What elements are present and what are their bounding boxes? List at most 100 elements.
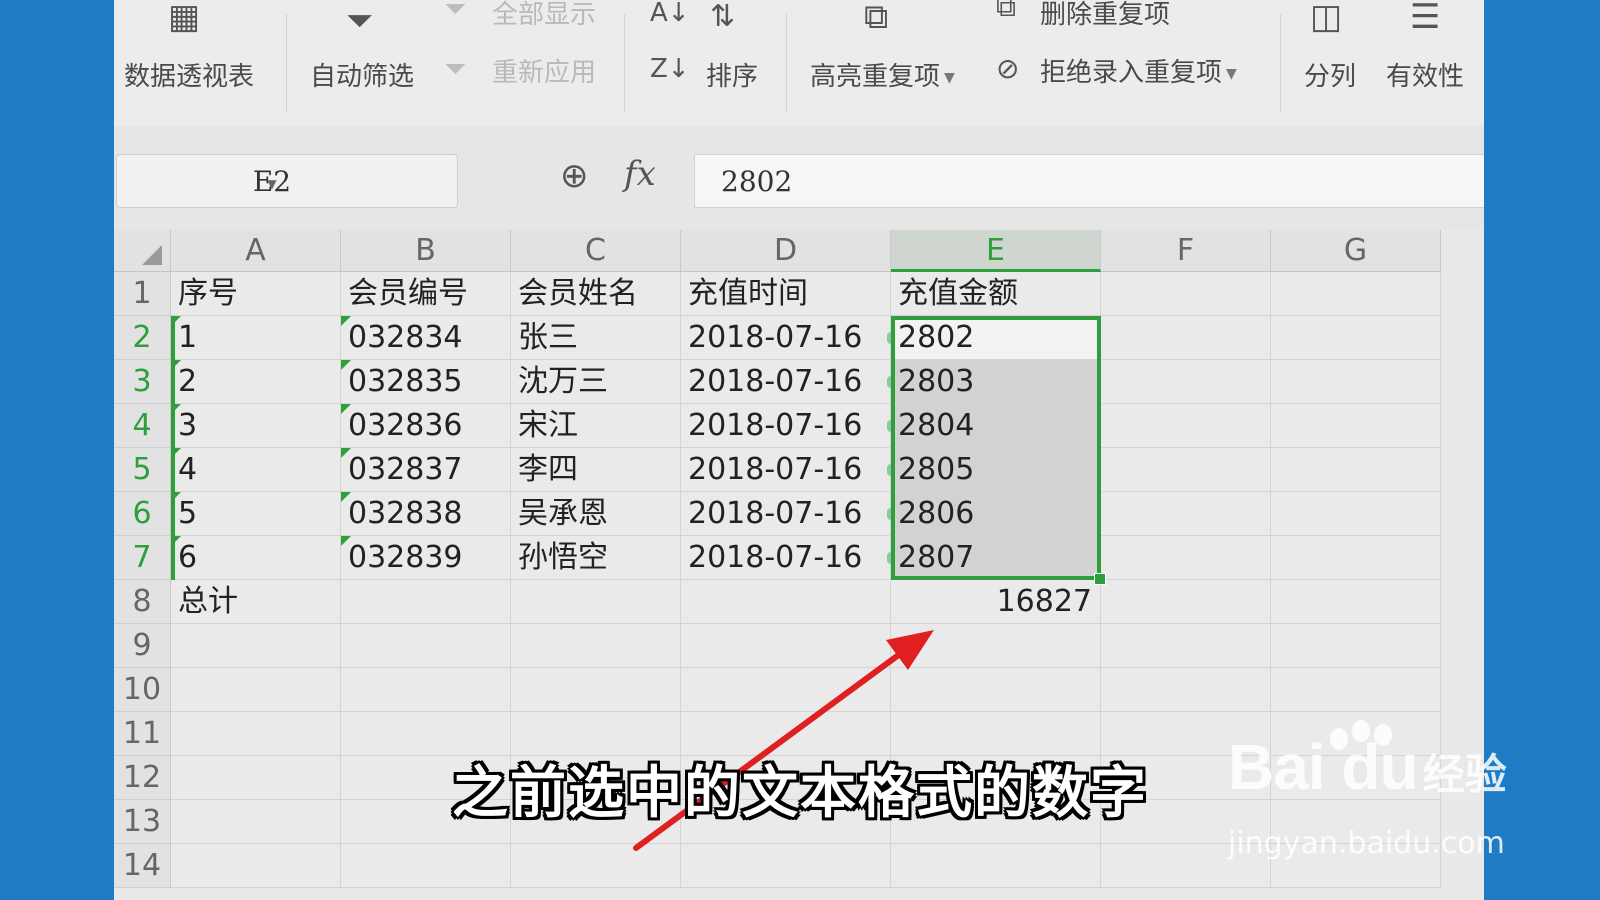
formula-input[interactable]: 2802 — [694, 154, 1484, 208]
cell-a8[interactable]: 总计 — [171, 580, 341, 624]
cell-c9[interactable] — [511, 624, 681, 668]
cell-g6[interactable] — [1271, 492, 1441, 536]
cell-b4[interactable]: 032836 — [341, 404, 511, 448]
cell-d3[interactable]: 2018-07-16 — [681, 360, 891, 404]
cell-g1[interactable] — [1271, 272, 1441, 316]
column-header-b[interactable]: B — [341, 230, 511, 272]
cell-f4[interactable] — [1101, 404, 1271, 448]
cell-d9[interactable] — [681, 624, 891, 668]
show-all-button[interactable]: 全部显示 — [492, 0, 596, 31]
cell-c8[interactable] — [511, 580, 681, 624]
cell-c5[interactable]: 李四 — [511, 448, 681, 492]
cell-g9[interactable] — [1271, 624, 1441, 668]
cell-a4[interactable]: 3 — [171, 404, 341, 448]
error-indicator[interactable] — [887, 376, 895, 388]
cell-e5[interactable]: 2805 — [891, 448, 1101, 492]
cell-d2[interactable]: 2018-07-16 — [681, 316, 891, 360]
pivot-table-button[interactable]: 数据透视表 — [124, 56, 254, 93]
cell-d10[interactable] — [681, 668, 891, 712]
cell-a9[interactable] — [171, 624, 341, 668]
highlight-duplicates-button[interactable]: 高亮重复项 ▼ — [810, 56, 955, 93]
row-header-6[interactable]: 6 — [114, 492, 171, 536]
cell-e14[interactable] — [891, 844, 1101, 888]
cell-d6[interactable]: 2018-07-16 — [681, 492, 891, 536]
cell-e7[interactable]: 2807 — [891, 536, 1101, 580]
cell-a5[interactable]: 4 — [171, 448, 341, 492]
row-header-8[interactable]: 8 — [114, 580, 171, 624]
select-all-corner[interactable] — [114, 230, 171, 272]
cell-b8[interactable] — [341, 580, 511, 624]
sort-ascending-icon[interactable]: A↓ — [650, 0, 690, 30]
cell-f2[interactable] — [1101, 316, 1271, 360]
cell-e8[interactable]: 16827 — [891, 580, 1101, 624]
cell-c1[interactable]: 会员姓名 — [511, 272, 681, 316]
cell-a10[interactable] — [171, 668, 341, 712]
error-indicator[interactable] — [887, 508, 895, 520]
column-header-f[interactable]: F — [1101, 230, 1271, 272]
error-indicator[interactable] — [887, 464, 895, 476]
cell-f5[interactable] — [1101, 448, 1271, 492]
zoom-search-icon[interactable]: ⊕ — [560, 156, 589, 196]
reject-duplicates-button[interactable]: 拒绝录入重复项 ▼ — [1040, 52, 1237, 89]
cell-g3[interactable] — [1271, 360, 1441, 404]
cell-b7[interactable]: 032839 — [341, 536, 511, 580]
cell-e2[interactable]: 2802 — [891, 316, 1101, 360]
cell-a6[interactable]: 5 — [171, 492, 341, 536]
cell-f1[interactable] — [1101, 272, 1271, 316]
cell-b6[interactable]: 032838 — [341, 492, 511, 536]
remove-duplicates-button[interactable]: 删除重复项 — [1040, 0, 1170, 31]
row-header-3[interactable]: 3 — [114, 360, 171, 404]
cell-d8[interactable] — [681, 580, 891, 624]
cell-f10[interactable] — [1101, 668, 1271, 712]
column-header-c[interactable]: C — [511, 230, 681, 272]
validation-button[interactable]: 有效性 — [1386, 56, 1464, 93]
error-indicator[interactable] — [887, 332, 895, 344]
column-header-a[interactable]: A — [171, 230, 341, 272]
cell-c7[interactable]: 孙悟空 — [511, 536, 681, 580]
row-header-2[interactable]: 2 — [114, 316, 171, 360]
cell-e9[interactable] — [891, 624, 1101, 668]
reapply-button[interactable]: 重新应用 — [492, 52, 596, 89]
column-header-e[interactable]: E — [891, 230, 1101, 272]
cell-g7[interactable] — [1271, 536, 1441, 580]
cell-e3[interactable]: 2803 — [891, 360, 1101, 404]
cell-a2[interactable]: 1 — [171, 316, 341, 360]
cell-g5[interactable] — [1271, 448, 1441, 492]
cell-e6[interactable]: 2806 — [891, 492, 1101, 536]
row-header-4[interactable]: 4 — [114, 404, 171, 448]
autofilter-button[interactable]: 自动筛选 — [310, 56, 414, 93]
cell-a1[interactable]: 序号 — [171, 272, 341, 316]
sort-button[interactable]: 排序 — [706, 56, 758, 93]
column-header-d[interactable]: D — [681, 230, 891, 272]
cell-d5[interactable]: 2018-07-16 — [681, 448, 891, 492]
cell-g4[interactable] — [1271, 404, 1441, 448]
cell-g8[interactable] — [1271, 580, 1441, 624]
cell-d4[interactable]: 2018-07-16 — [681, 404, 891, 448]
error-indicator[interactable] — [887, 420, 895, 432]
name-box[interactable]: E2 ▼ — [116, 154, 458, 208]
row-header-5[interactable]: 5 — [114, 448, 171, 492]
cell-d7[interactable]: 2018-07-16 — [681, 536, 891, 580]
row-header-7[interactable]: 7 — [114, 536, 171, 580]
cell-b14[interactable] — [341, 844, 511, 888]
cell-a14[interactable] — [171, 844, 341, 888]
cell-b3[interactable]: 032835 — [341, 360, 511, 404]
cell-d1[interactable]: 充值时间 — [681, 272, 891, 316]
cell-b10[interactable] — [341, 668, 511, 712]
cell-c10[interactable] — [511, 668, 681, 712]
cell-b2[interactable]: 032834 — [341, 316, 511, 360]
error-indicator[interactable] — [887, 552, 895, 564]
cell-c6[interactable]: 吴承恩 — [511, 492, 681, 536]
cell-c4[interactable]: 宋江 — [511, 404, 681, 448]
cell-d14[interactable] — [681, 844, 891, 888]
row-header-1[interactable]: 1 — [114, 272, 171, 316]
fill-handle[interactable] — [1094, 573, 1106, 585]
row-header-9[interactable]: 9 — [114, 624, 171, 668]
cell-f3[interactable] — [1101, 360, 1271, 404]
cell-c14[interactable] — [511, 844, 681, 888]
cell-f6[interactable] — [1101, 492, 1271, 536]
cell-e10[interactable] — [891, 668, 1101, 712]
row-header-10[interactable]: 10 — [114, 668, 171, 712]
cell-a7[interactable]: 6 — [171, 536, 341, 580]
cell-e1[interactable]: 充值金额 — [891, 272, 1101, 316]
